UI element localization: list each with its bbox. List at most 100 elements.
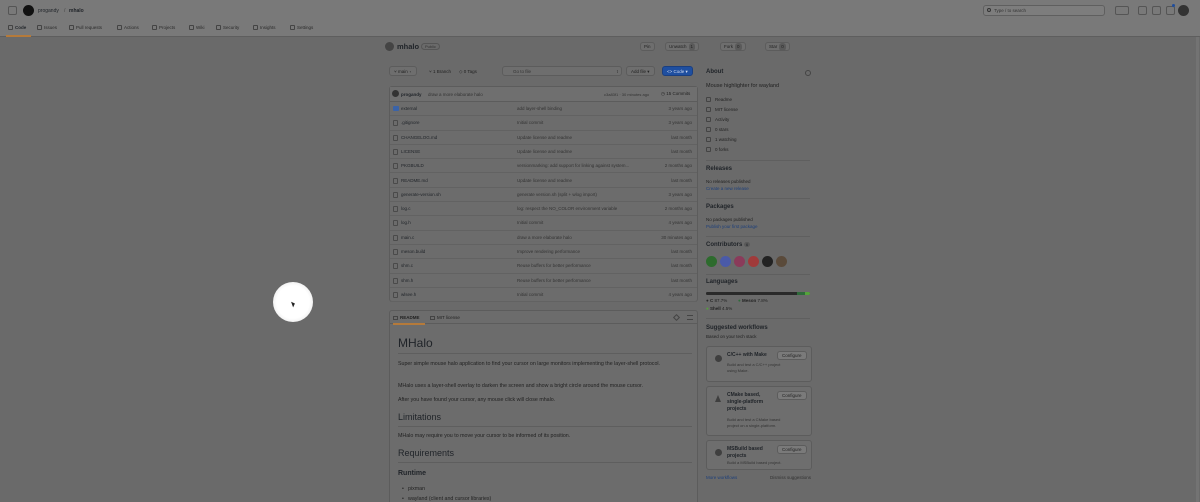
fork-button[interactable]: Fork 0 — [720, 42, 746, 51]
dismiss-suggestions-link[interactable]: Dismiss suggestions — [770, 475, 811, 480]
tab-license[interactable]: MIT license — [430, 315, 460, 320]
tab-projects[interactable]: Projects — [152, 25, 175, 30]
file-name[interactable]: log.h — [401, 220, 411, 225]
contributor-avatar[interactable] — [734, 256, 745, 267]
file-name[interactable]: PKGBUILD — [401, 163, 424, 168]
owner-link[interactable]: progandy — [38, 8, 59, 14]
file-commit-message[interactable]: Reuse buffers for better performance — [517, 263, 652, 268]
repo-link[interactable]: mhalo — [69, 8, 84, 14]
file-commit-message[interactable]: log: respect the NO_COLOR environment va… — [517, 206, 652, 211]
star-button[interactable]: Star 0 — [765, 42, 790, 51]
file-row[interactable]: external add layer-shell binding 3 years a… — [390, 102, 697, 117]
inbox-icon[interactable] — [1166, 6, 1175, 15]
outline-icon[interactable] — [687, 315, 693, 320]
github-logo-icon[interactable] — [23, 5, 34, 16]
commit-author[interactable]: progandy — [401, 92, 422, 97]
user-avatar[interactable] — [1178, 5, 1189, 16]
file-row[interactable]: log.c log: respect the NO_COLOR environme… — [390, 202, 697, 217]
file-name[interactable]: README.md — [401, 178, 428, 183]
activity-link[interactable]: Activity — [706, 117, 729, 122]
file-commit-message[interactable]: Initial commit — [517, 120, 652, 125]
language-item[interactable]: ● Meson 7.8% — [738, 298, 768, 303]
file-row[interactable]: wlsee.h Initial commit 4 years ago — [390, 288, 697, 303]
tab-wiki[interactable]: Wiki — [189, 25, 205, 30]
contributor-avatar[interactable] — [762, 256, 773, 267]
file-row[interactable]: PKGBUILD versionmarking: add support for … — [390, 159, 697, 174]
file-name[interactable]: CHANGELOG.md — [401, 135, 437, 140]
file-commit-message[interactable]: add layer-shell binding — [517, 106, 652, 111]
tab-security[interactable]: Security — [216, 25, 239, 30]
file-name[interactable]: shm.h — [401, 278, 413, 283]
file-name[interactable]: shm.c — [401, 263, 413, 268]
file-name[interactable]: .gitignore — [401, 120, 420, 125]
contributor-avatar[interactable] — [706, 256, 717, 267]
commit-author-avatar[interactable] — [392, 90, 399, 97]
tab-actions[interactable]: Actions — [117, 25, 139, 30]
tab-issues[interactable]: Issues — [37, 25, 57, 30]
tab-settings[interactable]: Settings — [290, 25, 313, 30]
file-commit-message[interactable]: Update license and readme — [517, 135, 652, 140]
publish-package-link[interactable]: Publish your first package — [706, 224, 758, 229]
packages-title[interactable]: Packages — [706, 204, 734, 210]
watching-link[interactable]: 1 watching — [706, 137, 737, 142]
search-input[interactable]: Type / to search — [983, 5, 1105, 16]
file-commit-message[interactable]: draw a more elaborate halo — [517, 235, 652, 240]
releases-title[interactable]: Releases — [706, 166, 732, 172]
add-file-button[interactable]: Add file ▾ — [626, 66, 655, 76]
file-name[interactable]: LICENSE — [401, 149, 420, 154]
tab-code[interactable]: Code — [8, 25, 26, 30]
go-to-file-input[interactable]: Go to file t — [502, 66, 622, 76]
file-row[interactable]: meson.build Improve rendering performance… — [390, 245, 697, 260]
edit-icon[interactable] — [672, 313, 681, 322]
file-name[interactable]: main.c — [401, 235, 414, 240]
menu-icon[interactable] — [8, 6, 17, 15]
file-row[interactable]: .gitignore Initial commit 3 years ago — [390, 116, 697, 131]
contributor-avatar[interactable] — [720, 256, 731, 267]
commits-link[interactable]: ◷ 15 Commits — [661, 91, 690, 97]
gear-icon[interactable] — [805, 70, 811, 76]
file-row[interactable]: log.h Initial commit 4 years ago — [390, 216, 697, 231]
file-row[interactable]: main.c draw a more elaborate halo 30 minut… — [390, 231, 697, 245]
file-name[interactable]: generate-version.sh — [401, 192, 441, 197]
create-release-link[interactable]: Create a new release — [706, 186, 749, 191]
configure-button[interactable]: Configure — [777, 351, 807, 360]
forks-link[interactable]: 0 forks — [706, 147, 729, 152]
pull-requests-icon[interactable] — [1152, 6, 1161, 15]
contributor-avatar[interactable] — [776, 256, 787, 267]
create-new-icon[interactable] — [1115, 6, 1129, 15]
contributor-avatar[interactable] — [748, 256, 759, 267]
configure-button[interactable]: Configure — [777, 445, 807, 454]
branch-selector[interactable]: ⑂ main ▾ — [389, 66, 417, 76]
file-row[interactable]: README.md Update license and readme last m… — [390, 174, 697, 188]
file-commit-message[interactable]: Update license and readme — [517, 178, 652, 183]
file-row[interactable]: LICENSE Update license and readme last mon… — [390, 145, 697, 160]
language-item[interactable]: ● Shell 4.5% — [706, 306, 732, 311]
file-commit-message[interactable]: generate version.sh (split + wlog import… — [517, 192, 652, 197]
code-button[interactable]: <> Code ▾ — [662, 66, 693, 76]
tags-link[interactable]: ◇ 0 Tags — [459, 69, 477, 75]
file-commit-message[interactable]: Initial commit — [517, 292, 652, 297]
more-workflows-link[interactable]: More workflows — [706, 475, 737, 480]
file-name[interactable]: log.c — [401, 206, 411, 211]
file-commit-message[interactable]: Update license and readme — [517, 149, 652, 154]
contributors-title[interactable]: Contributors 6 — [706, 242, 751, 248]
file-commit-message[interactable]: versionmarking: add support for linking … — [517, 163, 652, 168]
configure-button[interactable]: Configure — [777, 391, 807, 400]
commit-hash[interactable]: c3a83f1 · 30 minutes ago — [604, 92, 649, 97]
unwatch-button[interactable]: Unwatch 1 — [665, 42, 700, 51]
file-name[interactable]: wlsee.h — [401, 292, 416, 297]
language-item[interactable]: ● C 87.7% — [706, 298, 727, 303]
readme-link[interactable]: Readme — [706, 97, 732, 102]
scrollbar[interactable] — [1196, 37, 1199, 502]
tab-insights[interactable]: Insights — [253, 25, 276, 30]
tab-readme[interactable]: README — [393, 315, 420, 320]
file-row[interactable]: CHANGELOG.md Update license and readme las… — [390, 131, 697, 145]
file-commit-message[interactable]: Initial commit — [517, 220, 652, 225]
stars-link[interactable]: 0 stars — [706, 127, 729, 132]
file-row[interactable]: shm.h Reuse buffers for better performanc… — [390, 274, 697, 288]
file-name[interactable]: meson.build — [401, 249, 425, 254]
commit-message[interactable]: draw a more elaborate halo — [428, 92, 483, 97]
license-link[interactable]: MIT license — [706, 107, 738, 112]
file-commit-message[interactable]: Reuse buffers for better performance — [517, 278, 652, 283]
branches-link[interactable]: ⑂ 1 Branch — [429, 69, 451, 74]
